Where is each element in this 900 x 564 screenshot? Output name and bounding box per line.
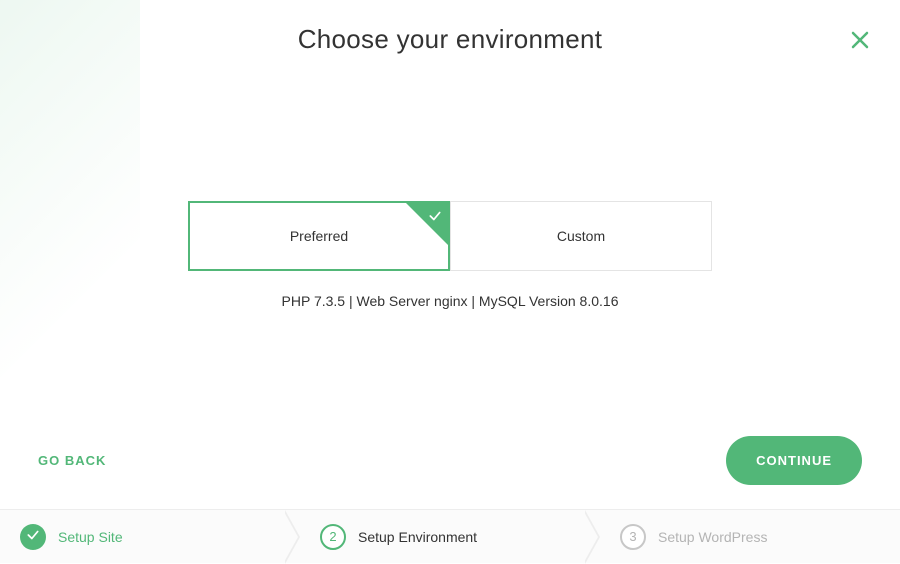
step-2-label: Setup Environment	[358, 529, 477, 545]
option-custom[interactable]: Custom	[450, 201, 712, 271]
step-3[interactable]: 3 Setup WordPress	[600, 510, 900, 563]
stepper: Setup Site 2 Setup Environment 3 Setup W…	[0, 509, 900, 563]
step-1-label: Setup Site	[58, 529, 123, 545]
main-content: Preferred Custom PHP 7.3.5 | Web Server …	[0, 55, 900, 563]
go-back-button[interactable]: GO BACK	[38, 453, 106, 468]
step-1-indicator	[20, 524, 46, 550]
option-preferred[interactable]: Preferred	[188, 201, 450, 271]
continue-button[interactable]: CONTINUE	[726, 436, 862, 485]
step-3-number: 3	[629, 529, 636, 544]
step-3-label: Setup WordPress	[658, 529, 767, 545]
step-3-indicator: 3	[620, 524, 646, 550]
environment-options: Preferred Custom	[188, 201, 712, 271]
close-icon	[848, 39, 872, 56]
check-icon	[428, 209, 442, 223]
step-1[interactable]: Setup Site	[0, 510, 300, 563]
check-icon	[26, 528, 40, 545]
close-button[interactable]	[848, 28, 872, 52]
environment-details: PHP 7.3.5 | Web Server nginx | MySQL Ver…	[282, 293, 619, 309]
option-preferred-label: Preferred	[290, 228, 348, 244]
step-2-number: 2	[329, 529, 336, 544]
footer-actions: GO BACK CONTINUE	[0, 436, 900, 485]
step-2-indicator: 2	[320, 524, 346, 550]
page-title: Choose your environment	[0, 24, 900, 55]
option-custom-label: Custom	[557, 228, 605, 244]
step-2[interactable]: 2 Setup Environment	[300, 510, 600, 563]
